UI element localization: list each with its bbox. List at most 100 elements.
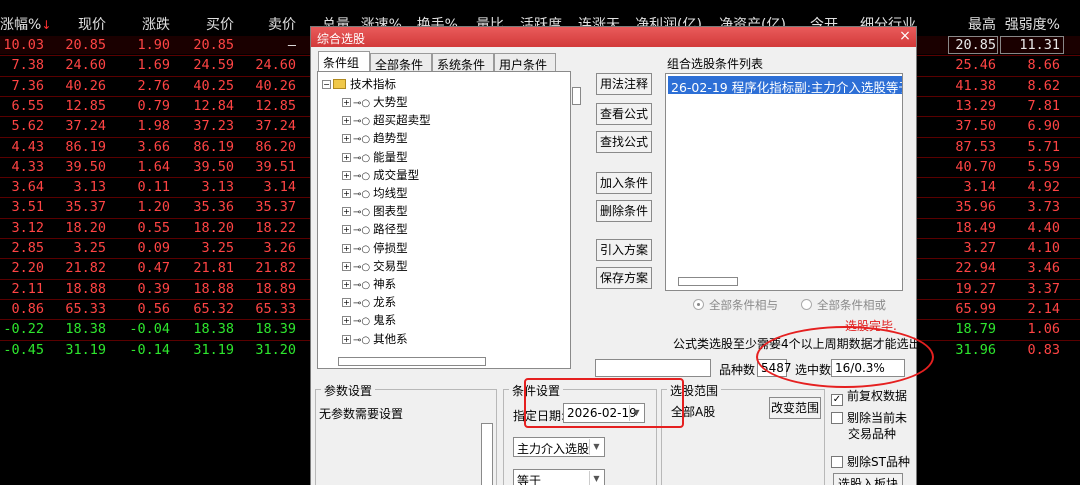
grid-cell-str[interactable]: 11.31 xyxy=(1000,37,1060,57)
grid-cell-ask[interactable]: 24.60 xyxy=(250,57,296,77)
change-range-button[interactable]: 改变范围 xyxy=(769,397,821,419)
grid-cell-ask[interactable]: 40.26 xyxy=(250,78,296,98)
formula-select[interactable]: 主力介入选股 ▼ xyxy=(513,437,605,457)
grid-cell-price[interactable]: 37.24 xyxy=(58,118,106,138)
grid-cell-price[interactable]: 3.25 xyxy=(58,240,106,260)
grid-cell-d[interactable]: 0.47 xyxy=(122,260,170,280)
tree-item[interactable]: + ⊸○ 趋势型 xyxy=(342,130,408,148)
close-icon[interactable]: × xyxy=(897,29,913,44)
grid-cell-chg[interactable]: 5.62 xyxy=(0,118,44,138)
grid-cell-d[interactable]: 0.11 xyxy=(122,179,170,199)
grid-cell-str[interactable]: 7.81 xyxy=(1000,98,1060,118)
grid-cell-high[interactable]: 3.27 xyxy=(940,240,996,260)
header-change[interactable]: 涨跌 xyxy=(122,14,170,36)
tab-all-conditions[interactable]: 全部条件 xyxy=(370,53,432,72)
grid-cell-ask[interactable]: 21.82 xyxy=(250,260,296,280)
grid-cell-ask[interactable]: 31.20 xyxy=(250,342,296,362)
grid-cell-chg[interactable]: 3.51 xyxy=(0,199,44,219)
find-formula-button[interactable]: 查找公式 xyxy=(596,131,652,153)
expand-icon[interactable]: + xyxy=(342,243,351,253)
grid-cell-high[interactable]: 87.53 xyxy=(940,139,996,159)
grid-cell-price[interactable]: 21.82 xyxy=(58,260,106,280)
grid-cell-d[interactable]: 1.64 xyxy=(122,159,170,179)
expand-icon[interactable]: + xyxy=(342,170,351,180)
expand-icon[interactable]: + xyxy=(342,298,351,308)
select-to-block-button[interactable]: 选股入板块 xyxy=(833,473,903,485)
grid-cell-chg[interactable]: 3.12 xyxy=(0,220,44,240)
grid-cell-str[interactable]: 2.14 xyxy=(1000,301,1060,321)
grid-cell-high[interactable]: 18.79 xyxy=(940,321,996,341)
grid-cell-price[interactable]: 86.19 xyxy=(58,139,106,159)
grid-cell-ask[interactable]: 18.89 xyxy=(250,281,296,301)
save-plan-button[interactable]: 保存方案 xyxy=(596,267,652,289)
tree-item[interactable]: + ⊸○ 大势型 xyxy=(342,94,408,112)
grid-cell-str[interactable]: 3.46 xyxy=(1000,260,1060,280)
usage-notes-button[interactable]: 用法注释 xyxy=(596,73,652,95)
grid-cell-high[interactable]: 35.96 xyxy=(940,199,996,219)
grid-cell-ask[interactable]: 12.85 xyxy=(250,98,296,118)
grid-cell-d[interactable]: 0.09 xyxy=(122,240,170,260)
grid-cell-high[interactable]: 40.70 xyxy=(940,159,996,179)
grid-cell-bid[interactable]: 40.25 xyxy=(186,78,234,98)
tree-item[interactable]: + ⊸○ 交易型 xyxy=(342,258,408,276)
grid-cell-str[interactable]: 1.06 xyxy=(1000,321,1060,341)
expand-icon[interactable]: + xyxy=(342,207,351,217)
tree-item[interactable]: + ⊸○ 鬼系 xyxy=(342,312,396,330)
grid-cell-high[interactable]: 37.50 xyxy=(940,118,996,138)
tree-item[interactable]: + ⊸○ 超买超卖型 xyxy=(342,112,431,130)
grid-cell-price[interactable]: 39.50 xyxy=(58,159,106,179)
grid-cell-chg[interactable]: 2.85 xyxy=(0,240,44,260)
grid-cell-bid[interactable]: 3.25 xyxy=(186,240,234,260)
grid-cell-ask[interactable]: 65.33 xyxy=(250,301,296,321)
grid-cell-chg[interactable]: 4.33 xyxy=(0,159,44,179)
delete-condition-button[interactable]: 删除条件 xyxy=(596,200,652,222)
grid-cell-str[interactable]: 3.73 xyxy=(1000,199,1060,219)
grid-cell-d[interactable]: -0.04 xyxy=(122,321,170,341)
checkbox-exclude-untradable[interactable]: 剔除当前未 xyxy=(831,409,907,426)
params-scrollbar[interactable] xyxy=(481,423,493,485)
tree-item[interactable]: + ⊸○ 停损型 xyxy=(342,240,408,258)
grid-cell-price[interactable]: 3.13 xyxy=(58,179,106,199)
grid-cell-price[interactable]: 12.85 xyxy=(58,98,106,118)
grid-cell-bid[interactable]: 86.19 xyxy=(186,139,234,159)
tree-item[interactable]: + ⊸○ 图表型 xyxy=(342,203,408,221)
grid-cell-d[interactable]: 0.39 xyxy=(122,281,170,301)
grid-cell-chg[interactable]: 10.03 xyxy=(0,37,44,57)
tree-item[interactable]: + ⊸○ 其他系 xyxy=(342,331,408,349)
grid-cell-bid[interactable]: 65.32 xyxy=(186,301,234,321)
grid-cell-bid[interactable]: 21.81 xyxy=(186,260,234,280)
tree-item[interactable]: + ⊸○ 龙系 xyxy=(342,294,396,312)
grid-cell-d[interactable]: 0.56 xyxy=(122,301,170,321)
grid-cell-ask[interactable]: 3.14 xyxy=(250,179,296,199)
grid-cell-price[interactable]: 24.60 xyxy=(58,57,106,77)
tree-item[interactable]: + ⊸○ 神系 xyxy=(342,276,396,294)
grid-cell-price[interactable]: 65.33 xyxy=(58,301,106,321)
header-high[interactable]: 最高 xyxy=(952,14,996,36)
grid-cell-chg[interactable]: 7.38 xyxy=(0,57,44,77)
radio-all-or[interactable]: 全部条件相或 xyxy=(801,297,886,313)
tree-vscroll-thumb[interactable] xyxy=(572,87,581,105)
import-plan-button[interactable]: 引入方案 xyxy=(596,239,652,261)
header-chg-pct[interactable]: 涨幅%↓ xyxy=(0,14,51,36)
grid-cell-chg[interactable]: 2.20 xyxy=(0,260,44,280)
collapse-icon[interactable]: − xyxy=(322,80,331,89)
expand-icon[interactable]: + xyxy=(342,116,351,126)
grid-cell-d[interactable]: 0.79 xyxy=(122,98,170,118)
grid-cell-high[interactable]: 41.38 xyxy=(940,78,996,98)
grid-cell-bid[interactable]: 31.19 xyxy=(186,342,234,362)
list-hscroll-thumb[interactable] xyxy=(678,277,738,286)
expand-icon[interactable]: + xyxy=(342,261,351,271)
condition-list[interactable]: 26-02-19 程序化指标副:主力介入选股等于 xyxy=(665,73,903,291)
grid-cell-bid[interactable]: 20.85 xyxy=(186,37,234,57)
grid-cell-high[interactable]: 18.49 xyxy=(940,220,996,240)
tab-condition-group[interactable]: 条件组 xyxy=(318,51,370,72)
grid-cell-str[interactable]: 0.83 xyxy=(1000,342,1060,362)
grid-cell-chg[interactable]: 0.86 xyxy=(0,301,44,321)
tab-system-conditions[interactable]: 系统条件 xyxy=(432,53,494,72)
grid-cell-price[interactable]: 20.85 xyxy=(58,37,106,57)
expand-icon[interactable]: + xyxy=(342,225,351,235)
header-strength[interactable]: 强弱度% xyxy=(1000,14,1060,36)
grid-cell-chg[interactable]: 2.11 xyxy=(0,281,44,301)
header-price[interactable]: 现价 xyxy=(58,14,106,36)
grid-cell-chg[interactable]: 7.36 xyxy=(0,78,44,98)
